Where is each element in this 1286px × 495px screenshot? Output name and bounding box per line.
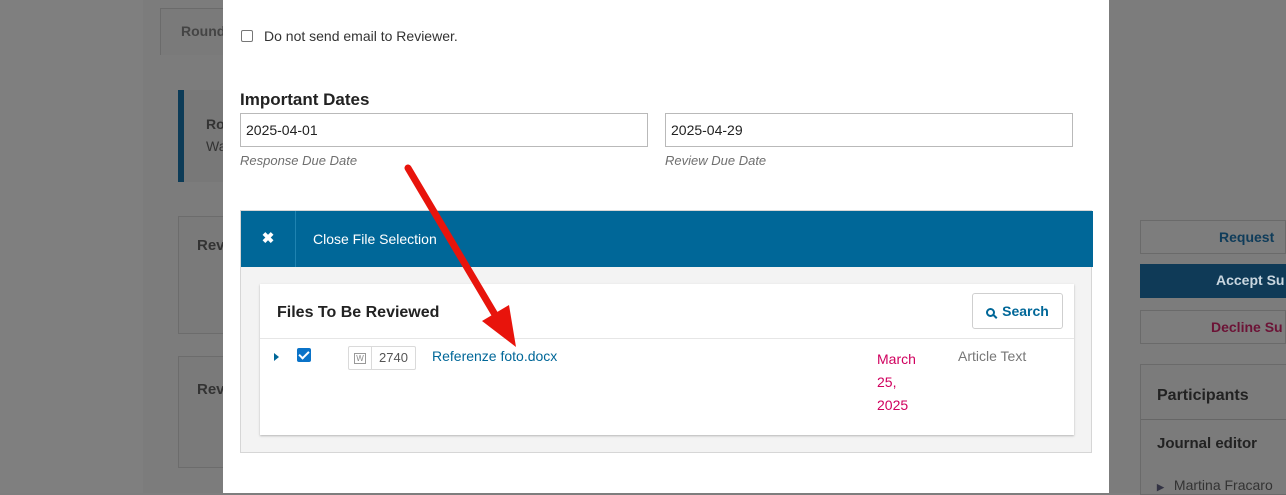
- search-button-label: Search: [1002, 303, 1049, 319]
- file-select-checkbox[interactable]: [297, 348, 311, 362]
- file-type: Article Text: [958, 348, 1027, 364]
- decline-submission-button: Decline Su: [1140, 310, 1286, 344]
- close-file-selection-button[interactable]: Close File Selection: [313, 231, 437, 247]
- response-due-date-help: Response Due Date: [240, 153, 358, 168]
- no-email-label: Do not send email to Reviewer.: [264, 28, 458, 44]
- response-due-date-input[interactable]: [240, 113, 648, 147]
- important-dates-title: Important Dates: [240, 90, 370, 109]
- background-round-tab-label: Round: [181, 23, 226, 39]
- background-box-label: Rev: [197, 381, 225, 398]
- accept-submission-button: Accept Su: [1140, 264, 1286, 298]
- participant-name: Martina Fracaro: [1173, 477, 1273, 493]
- no-email-checkbox[interactable]: [241, 30, 253, 42]
- word-document-icon: W: [349, 347, 372, 369]
- caret-right-icon: ▶: [1157, 482, 1164, 492]
- file-selection-panel: ✖ Close File Selection Files To Be Revie…: [240, 210, 1093, 453]
- request-revisions-button: Request: [1140, 220, 1286, 254]
- file-selection-bar: ✖ Close File Selection: [241, 211, 1093, 267]
- files-to-be-reviewed-card: Files To Be Reviewed Search W 2740 Refer…: [260, 284, 1074, 435]
- file-id: 2740: [379, 350, 408, 365]
- participants-title: Participants: [1157, 387, 1249, 404]
- file-date: March 25, 2025: [877, 351, 916, 413]
- assign-reviewer-modal: Do not send email to Reviewer. Important…: [223, 0, 1109, 493]
- no-email-option[interactable]: Do not send email to Reviewer.: [241, 28, 458, 44]
- participant-item: ▶ Martina Fracaro: [1157, 477, 1273, 493]
- file-name-link[interactable]: Referenze foto.docx: [432, 348, 557, 364]
- background-notice-title: Ro: [206, 116, 225, 132]
- search-icon: [986, 308, 996, 317]
- journal-editor-label: Journal editor: [1157, 435, 1258, 452]
- background-round-tab: Round: [160, 8, 232, 55]
- file-id-badge: W 2740: [348, 346, 416, 370]
- expand-triangle-icon[interactable]: [274, 353, 279, 361]
- search-button[interactable]: Search: [972, 293, 1063, 329]
- close-icon[interactable]: ✖: [241, 211, 296, 267]
- review-due-date-input[interactable]: [665, 113, 1073, 147]
- files-divider: [260, 338, 1074, 339]
- files-to-be-reviewed-title: Files To Be Reviewed: [277, 304, 440, 321]
- review-due-date-help: Review Due Date: [665, 153, 767, 168]
- background-box-label: Rev: [197, 237, 225, 254]
- participants-divider: [1141, 419, 1286, 420]
- participants-panel: Participants Journal editor ▶ Martina Fra…: [1140, 364, 1286, 495]
